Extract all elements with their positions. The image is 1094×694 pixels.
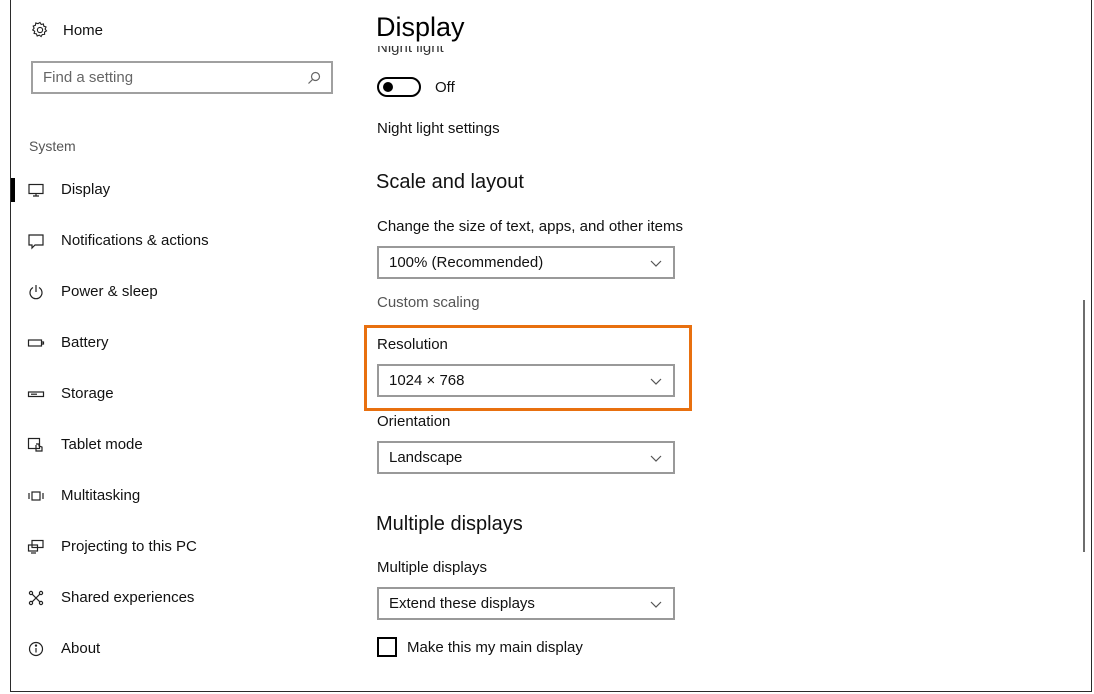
settings-window: Home Find a setting System Display Notif…	[10, 0, 1092, 692]
info-icon	[27, 640, 45, 658]
battery-icon	[27, 334, 45, 352]
toggle-knob	[383, 82, 393, 92]
main-display-checkbox[interactable]	[377, 637, 397, 657]
chevron-down-icon	[649, 374, 663, 388]
sidebar-item-shared-experiences[interactable]: Shared experiences	[11, 572, 356, 623]
sidebar-item-label: Projecting to this PC	[61, 538, 197, 555]
sidebar-item-label: Multitasking	[61, 487, 141, 504]
gear-icon	[31, 21, 49, 39]
main-display-checkbox-label: Make this my main display	[407, 638, 583, 656]
sidebar-item-battery[interactable]: Battery	[11, 317, 356, 368]
chevron-down-icon	[649, 597, 663, 611]
section-label-system: System	[29, 138, 76, 154]
scale-label: Change the size of text, apps, and other…	[377, 218, 684, 235]
shared-experiences-icon	[27, 589, 45, 607]
sidebar-item-label: About	[61, 640, 101, 657]
scale-value: 100% (Recommended)	[389, 254, 544, 271]
resolution-value: 1024 × 768	[389, 372, 465, 389]
scrollbar[interactable]	[1083, 300, 1085, 552]
search-placeholder: Find a setting	[43, 69, 134, 86]
sidebar-item-label: Tablet mode	[61, 436, 143, 453]
sidebar-item-power-sleep[interactable]: Power & sleep	[11, 266, 356, 317]
resolution-label: Resolution	[377, 336, 448, 353]
scale-dropdown[interactable]: 100% (Recommended)	[377, 246, 675, 279]
night-light-state: Off	[435, 78, 455, 96]
storage-icon	[27, 385, 45, 403]
orientation-label: Orientation	[377, 413, 451, 430]
multiple-displays-value: Extend these displays	[389, 595, 535, 612]
sidebar-item-display[interactable]: Display	[11, 164, 356, 215]
main-display-checkbox-row[interactable]: Make this my main display	[377, 637, 583, 657]
search-icon[interactable]	[307, 71, 321, 85]
sidebar-item-about[interactable]: About	[11, 623, 356, 674]
power-icon	[27, 283, 45, 301]
projecting-icon	[27, 538, 45, 556]
night-light-label: Night light	[377, 46, 444, 58]
chevron-down-icon	[649, 451, 663, 465]
sidebar-nav: Display Notifications & actions Power & …	[11, 164, 356, 674]
monitor-icon	[27, 181, 45, 199]
notification-icon	[27, 232, 45, 250]
sidebar-item-label: Battery	[61, 334, 109, 351]
sidebar-item-label: Display	[61, 181, 111, 198]
night-light-toggle-row: Off	[377, 77, 455, 97]
multiple-displays-label: Multiple displays	[377, 559, 488, 576]
active-indicator	[11, 178, 15, 202]
night-light-label-text: Night light	[377, 46, 444, 56]
night-light-toggle[interactable]	[377, 77, 421, 97]
sidebar: Home Find a setting System Display Notif…	[11, 0, 356, 691]
multiple-displays-dropdown[interactable]: Extend these displays	[377, 587, 675, 620]
sidebar-item-label: Notifications & actions	[61, 232, 209, 249]
sidebar-item-projecting[interactable]: Projecting to this PC	[11, 521, 356, 572]
main-content: Display Night light Off Night light sett…	[356, 0, 1091, 691]
home-label: Home	[63, 21, 104, 39]
sidebar-item-tablet-mode[interactable]: Tablet mode	[11, 419, 356, 470]
scale-layout-heading: Scale and layout	[376, 171, 524, 193]
home-link[interactable]: Home	[31, 18, 103, 42]
sidebar-item-multitasking[interactable]: Multitasking	[11, 470, 356, 521]
multitasking-icon	[27, 487, 45, 505]
orientation-dropdown[interactable]: Landscape	[377, 441, 675, 474]
night-light-settings-link[interactable]: Night light settings	[377, 120, 500, 137]
orientation-value: Landscape	[389, 449, 463, 466]
multiple-displays-heading: Multiple displays	[376, 513, 523, 535]
custom-scaling-link[interactable]: Custom scaling	[377, 294, 480, 311]
chevron-down-icon	[649, 256, 663, 270]
sidebar-item-notifications[interactable]: Notifications & actions	[11, 215, 356, 266]
search-input[interactable]: Find a setting	[31, 61, 333, 94]
sidebar-item-label: Power & sleep	[61, 283, 158, 300]
page-title: Display	[376, 12, 465, 42]
resolution-dropdown[interactable]: 1024 × 768	[377, 364, 675, 397]
sidebar-item-storage[interactable]: Storage	[11, 368, 356, 419]
tablet-mode-icon	[27, 436, 45, 454]
sidebar-item-label: Shared experiences	[61, 589, 195, 606]
sidebar-item-label: Storage	[61, 385, 114, 402]
